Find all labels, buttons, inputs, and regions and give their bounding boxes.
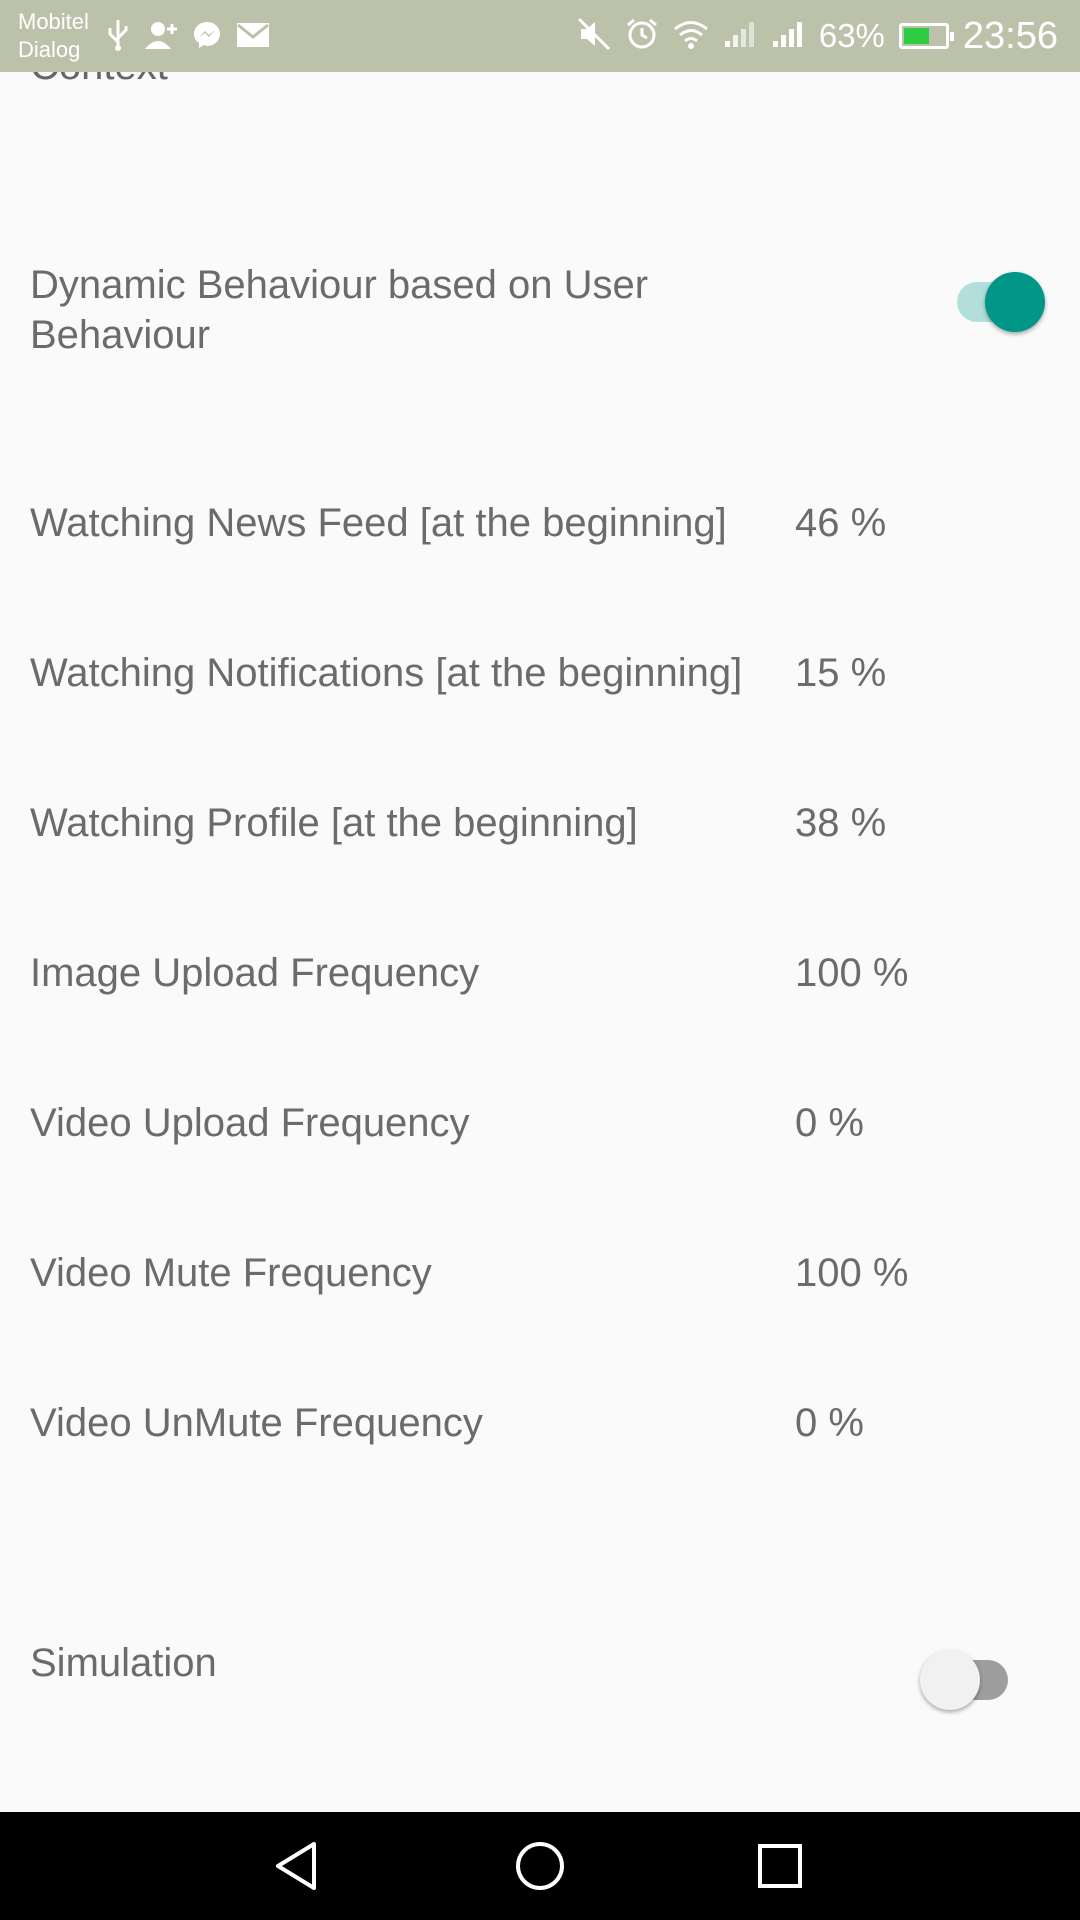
setting-label: Video Upload Frequency <box>30 1101 470 1145</box>
dynamic-behaviour-label: Dynamic Behaviour based on User Behaviou… <box>30 263 649 357</box>
setting-value: 38 % <box>795 801 887 845</box>
switch-thumb <box>985 272 1045 332</box>
recents-icon[interactable] <box>750 1836 810 1896</box>
home-icon[interactable] <box>510 1836 570 1896</box>
setting-label: Watching Notifications [at the beginning… <box>30 651 743 695</box>
setting-label: Image Upload Frequency <box>30 951 480 995</box>
setting-value: 0 % <box>795 1401 864 1445</box>
carrier-line-1: Mobitel <box>18 9 89 34</box>
signal-icon <box>723 19 757 54</box>
carrier-line-2: Dialog <box>18 37 81 62</box>
usb-icon <box>106 18 130 57</box>
setting-value: 15 % <box>795 651 887 695</box>
setting-label: Video UnMute Frequency <box>30 1401 483 1445</box>
battery-percent: 63% <box>818 17 885 54</box>
setting-value: 46 % <box>795 501 887 545</box>
battery-fill <box>903 28 929 44</box>
setting-value: 100 % <box>795 951 909 995</box>
messenger-icon <box>192 20 222 55</box>
setting-label: Video Mute Frequency <box>30 1251 432 1295</box>
mail-icon <box>236 22 270 53</box>
setting-value: 0 % <box>795 1101 864 1145</box>
simulation-switch[interactable] <box>920 1642 1020 1710</box>
navigation-bar <box>0 1812 1080 1920</box>
wifi-icon <box>673 19 709 54</box>
signal-icon <box>771 19 805 54</box>
switch-thumb <box>920 1650 980 1710</box>
settings-list[interactable]: Context Dynamic Behaviour based on User … <box>0 72 1080 1812</box>
dynamic-behaviour-switch[interactable] <box>935 264 1045 332</box>
mute-icon <box>577 17 611 56</box>
add-contact-icon <box>144 20 178 55</box>
clock: 23:56 <box>962 15 1058 57</box>
status-right-group: 63% 23:56 <box>577 14 1058 58</box>
setting-label: Watching News Feed [at the beginning] <box>30 501 727 545</box>
notification-icons <box>106 18 270 57</box>
simulation-label: Simulation <box>30 1641 217 1685</box>
setting-value: 100 % <box>795 1251 909 1295</box>
back-icon[interactable] <box>270 1836 330 1896</box>
battery-charging-icon <box>898 23 954 49</box>
status-bar: Mobitel Dialog 63% 23:56 <box>0 0 1080 72</box>
section-title: Context <box>30 72 168 89</box>
setting-label: Watching Profile [at the beginning] <box>30 801 638 845</box>
alarm-icon <box>625 17 659 56</box>
carrier-name: Mobitel Dialog <box>18 8 89 64</box>
screen: Mobitel Dialog 63% 23:56 Dynamic Behavio… <box>0 0 1080 1920</box>
